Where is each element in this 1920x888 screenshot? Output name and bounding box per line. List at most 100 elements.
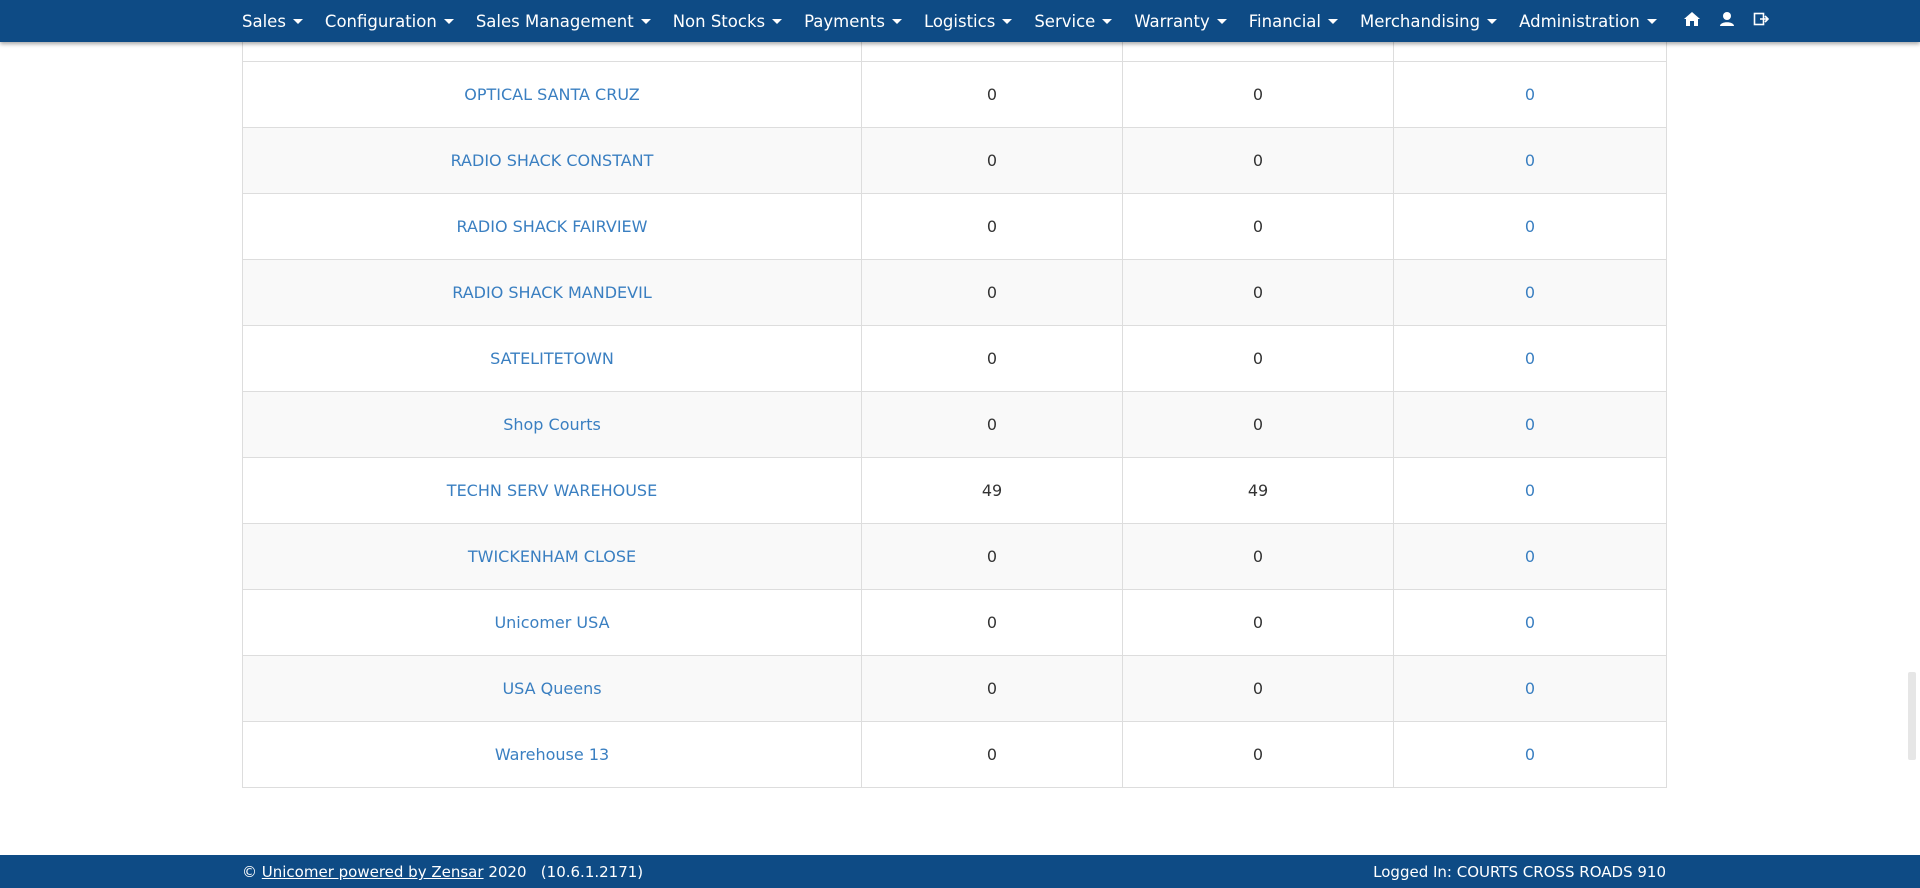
available-cell: 0 (1252, 283, 1264, 302)
caret-down-icon (292, 18, 303, 24)
table-cell: 49 (1122, 457, 1394, 524)
location-name-link[interactable]: RADIO SHACK FAIRVIEW (457, 217, 648, 236)
inventory-table-body: OPTICAL SANTA CRUZ 0 0 0 RADIO SHACK CONSTAN… (242, 42, 1667, 788)
nav-non-stocks-label: Non Stocks (672, 11, 766, 31)
home-icon[interactable] (1683, 11, 1701, 31)
location-name-link[interactable]: OPTICAL SANTA CRUZ (464, 85, 639, 104)
table-cell: TECHN SERV WAREHOUSE (242, 457, 862, 524)
caret-down-icon (891, 18, 902, 24)
caret-down-icon (1002, 18, 1013, 24)
caret-down-icon (640, 18, 651, 24)
nav-menu: Sales Configuration Sales Management Non… (242, 0, 1783, 42)
table-cell: 0 (1393, 193, 1667, 260)
user-icon[interactable] (1719, 11, 1735, 31)
table-cell: 0 (1122, 655, 1394, 722)
available-cell: 0 (1252, 613, 1264, 632)
table-cell: 0 (1393, 655, 1667, 722)
nav-sales-management[interactable]: Sales Management (476, 12, 651, 31)
caret-down-icon (1487, 18, 1498, 24)
table-cell: 0 (1122, 61, 1394, 128)
footer-copyright: © Unicomer powered by Zensar 2020 (10.6.… (242, 863, 643, 881)
available-cell: 0 (1252, 349, 1264, 368)
table-row: TWICKENHAM CLOSE 0 0 0 (242, 523, 1667, 590)
nav-administration[interactable]: Administration (1519, 12, 1657, 31)
caret-down-icon (1646, 18, 1657, 24)
table-cell: 0 (1122, 127, 1394, 194)
location-name-link[interactable]: Warehouse 13 (495, 745, 609, 764)
detail-count-link[interactable]: 0 (1525, 745, 1535, 764)
nav-service-label: Service (1034, 11, 1096, 31)
caret-down-icon (772, 18, 783, 24)
detail-count-link[interactable]: 0 (1525, 151, 1535, 170)
detail-count-link[interactable]: 0 (1525, 349, 1535, 368)
table-cell: Unicomer USA (242, 589, 862, 656)
detail-count-link[interactable]: 0 (1525, 415, 1535, 434)
quantity-cell: 0 (986, 745, 998, 764)
location-name-link[interactable]: RADIO SHACK MANDEVIL (452, 283, 651, 302)
location-name-link[interactable]: TWICKENHAM CLOSE (468, 547, 636, 566)
table-cell: USA Queens (242, 655, 862, 722)
detail-count-link[interactable]: 0 (1525, 85, 1535, 104)
caret-down-icon (1216, 18, 1227, 24)
table-cell: 0 (861, 61, 1123, 128)
table-cell: RADIO SHACK FAIRVIEW (242, 193, 862, 260)
table-cell: 0 (1122, 391, 1394, 458)
table-row: OPTICAL SANTA CRUZ 0 0 0 (242, 61, 1667, 128)
location-name-link[interactable]: Unicomer USA (494, 613, 609, 632)
detail-count-link[interactable]: 0 (1525, 613, 1535, 632)
table-row: TECHN SERV WAREHOUSE 49 49 0 (242, 457, 1667, 524)
nav-warranty-label: Warranty (1134, 11, 1210, 31)
table-cell: 0 (1393, 259, 1667, 326)
nav-configuration[interactable]: Configuration (325, 12, 454, 31)
location-name-link[interactable]: USA Queens (502, 679, 601, 698)
table-row: RADIO SHACK FAIRVIEW 0 0 0 (242, 193, 1667, 260)
detail-count-link[interactable]: 0 (1525, 679, 1535, 698)
table-cell: 0 (1393, 61, 1667, 128)
detail-count-link[interactable]: 0 (1525, 481, 1535, 500)
available-cell: 0 (1252, 151, 1264, 170)
location-name-link[interactable]: TECHN SERV WAREHOUSE (447, 481, 657, 500)
table-row: SATELITETOWN 0 0 0 (242, 325, 1667, 392)
nav-sales[interactable]: Sales (242, 12, 303, 31)
nav-warranty[interactable]: Warranty (1134, 11, 1227, 31)
footer-year-version: 2020 (10.6.1.2171) (488, 863, 644, 881)
nav-logistics[interactable]: Logistics (924, 12, 1013, 31)
table-row: Shop Courts 0 0 0 (242, 391, 1667, 458)
footer-company-link[interactable]: Unicomer powered by Zensar (262, 863, 484, 881)
nav-payments[interactable]: Payments (804, 12, 902, 31)
available-cell: 0 (1252, 547, 1264, 566)
caret-down-icon (443, 18, 454, 24)
nav-financial-label: Financial (1248, 11, 1322, 31)
scrollbar-thumb[interactable] (1908, 672, 1916, 760)
table-row: Warehouse 13 0 0 0 (242, 721, 1667, 788)
table-row: RADIO SHACK MANDEVIL 0 0 0 (242, 259, 1667, 326)
nav-merchandising[interactable]: Merchandising (1360, 12, 1498, 31)
detail-count-link[interactable]: 0 (1525, 547, 1535, 566)
table-row: USA Queens 0 0 0 (242, 655, 1667, 722)
available-cell: 0 (1252, 415, 1264, 434)
table-cell: 0 (861, 721, 1123, 788)
table-row-partial (242, 42, 1667, 62)
inventory-table-container: OPTICAL SANTA CRUZ 0 0 0 RADIO SHACK CONSTAN… (242, 42, 1667, 788)
table-cell: RADIO SHACK MANDEVIL (242, 259, 862, 326)
quantity-cell: 0 (986, 283, 998, 302)
logout-icon[interactable] (1753, 11, 1769, 31)
location-name-link[interactable]: SATELITETOWN (490, 349, 614, 368)
table-cell: 0 (1393, 457, 1667, 524)
location-name-link[interactable]: RADIO SHACK CONSTANT (451, 151, 654, 170)
detail-count-link[interactable]: 0 (1525, 283, 1535, 302)
location-name-link[interactable]: Shop Courts (503, 415, 601, 434)
table-cell: Warehouse 13 (242, 721, 862, 788)
table-cell: 0 (861, 127, 1123, 194)
available-cell: 0 (1252, 85, 1264, 104)
table-cell: 0 (861, 655, 1123, 722)
detail-count-link[interactable]: 0 (1525, 217, 1535, 236)
nav-service[interactable]: Service (1034, 11, 1113, 31)
table-cell: TWICKENHAM CLOSE (242, 523, 862, 590)
nav-financial[interactable]: Financial (1248, 11, 1339, 31)
footer: © Unicomer powered by Zensar 2020 (10.6.… (0, 855, 1920, 888)
quantity-cell: 0 (986, 85, 998, 104)
nav-non-stocks[interactable]: Non Stocks (672, 11, 783, 31)
available-cell: 49 (1247, 481, 1269, 500)
logged-in-status: Logged In: COURTS CROSS ROADS 910 (1373, 863, 1666, 881)
